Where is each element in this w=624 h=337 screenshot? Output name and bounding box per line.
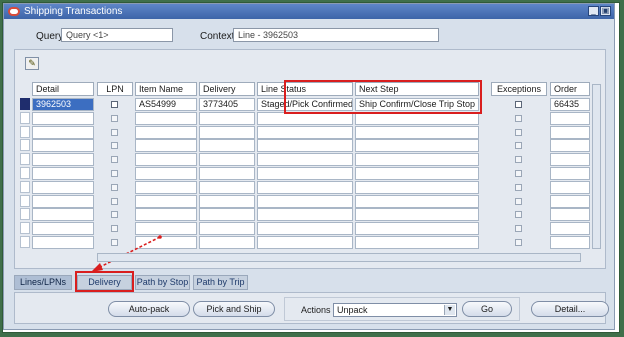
detail-button[interactable]: Detail...	[531, 301, 609, 317]
horizontal-scrollbar[interactable]	[97, 253, 581, 262]
auto-pack-button[interactable]: Auto-pack	[108, 301, 190, 317]
tab-delivery[interactable]: Delivery	[77, 275, 132, 290]
tab-path-by-trip[interactable]: Path by Trip	[193, 275, 248, 290]
pick-and-ship-button[interactable]: Pick and Ship	[193, 301, 275, 317]
actions-select-value: Unpack	[337, 305, 368, 315]
vertical-scrollbar[interactable]	[592, 84, 601, 249]
go-button[interactable]: Go	[462, 301, 512, 317]
dropdown-arrow-icon[interactable]: ▼	[444, 305, 455, 315]
actions-select[interactable]: Unpack ▼	[333, 303, 457, 317]
tab-path-by-stop[interactable]: Path by Stop	[135, 275, 190, 290]
tab-lines-lpns[interactable]: Lines/LPNs	[14, 275, 72, 290]
actions-label: Actions	[301, 305, 331, 315]
